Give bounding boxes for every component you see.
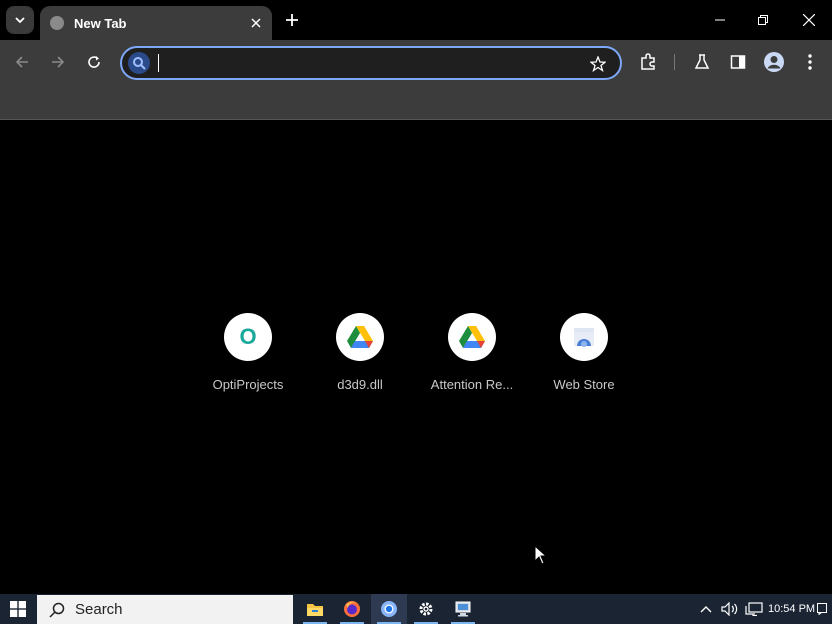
web-store-icon xyxy=(560,313,608,361)
forward-button[interactable] xyxy=(46,50,70,74)
globe-icon xyxy=(50,16,64,30)
taskbar-file-explorer[interactable] xyxy=(297,594,333,624)
mouse-pointer-icon xyxy=(534,544,548,570)
close-tab-button[interactable] xyxy=(246,13,266,33)
toolbar-separator xyxy=(674,54,675,70)
restore-icon xyxy=(758,15,768,25)
restore-button[interactable] xyxy=(740,0,786,40)
arrow-right-icon xyxy=(52,56,65,68)
back-button[interactable] xyxy=(10,50,34,74)
volume-button[interactable] xyxy=(720,594,740,624)
tab-new-tab[interactable]: New Tab xyxy=(40,6,272,40)
profile-button[interactable] xyxy=(762,50,786,74)
google-drive-icon xyxy=(448,313,496,361)
close-window-button[interactable] xyxy=(786,0,832,40)
taskbar-firefox[interactable] xyxy=(334,594,370,624)
minimize-button[interactable] xyxy=(697,0,743,40)
taskbar-search-box[interactable]: Search xyxy=(37,595,293,624)
optiprojects-icon: O xyxy=(224,313,272,361)
taskbar-remote-desktop[interactable] xyxy=(445,594,481,624)
tab-search-button[interactable] xyxy=(6,6,34,34)
side-panel-icon xyxy=(730,55,746,69)
notification-icon xyxy=(817,603,827,615)
avatar-icon xyxy=(764,52,784,72)
chevron-down-icon xyxy=(15,17,25,24)
toolbar xyxy=(0,40,832,84)
show-hidden-icons-button[interactable] xyxy=(697,594,715,624)
file-explorer-icon xyxy=(307,604,323,616)
text-caret xyxy=(158,54,159,72)
settings-icon xyxy=(419,602,433,616)
shortcut-label: Web Store xyxy=(553,377,615,392)
new-tab-button[interactable] xyxy=(280,8,304,32)
minimize-icon xyxy=(715,19,725,21)
shortcut-tile-d3d9[interactable]: d3d9.dll xyxy=(304,313,416,393)
taskbar-settings[interactable] xyxy=(408,594,444,624)
shortcut-tile-web-store[interactable]: Web Store xyxy=(528,313,640,393)
search-icon xyxy=(49,602,65,618)
puzzle-icon xyxy=(641,53,655,70)
shortcut-tile-optiprojects[interactable]: O OptiProjects xyxy=(192,313,304,393)
windows-logo-icon xyxy=(10,601,26,617)
new-tab-page: O OptiProjects d3d9.dll Attention Re... … xyxy=(0,121,832,594)
reload-icon xyxy=(88,56,100,68)
taskbar-chrome[interactable] xyxy=(371,594,407,624)
more-vertical-icon xyxy=(808,54,812,70)
volume-icon xyxy=(721,602,738,616)
google-drive-icon xyxy=(336,313,384,361)
search-label: Search xyxy=(75,601,123,618)
tab-strip: New Tab xyxy=(0,0,832,40)
network-icon xyxy=(745,602,763,616)
network-button[interactable] xyxy=(744,594,764,624)
close-icon xyxy=(803,14,815,26)
remote-desktop-icon xyxy=(455,601,471,617)
firefox-icon xyxy=(344,601,360,617)
start-button[interactable] xyxy=(0,594,36,624)
taskbar-clock[interactable]: 10:54 PM xyxy=(768,594,815,624)
flask-icon xyxy=(694,54,710,69)
shortcut-label: OptiProjects xyxy=(212,377,284,392)
screen: New Tab O OptiProjects d3d9.dll Attentio… xyxy=(0,0,832,624)
star-icon xyxy=(590,56,606,72)
chrome-icon xyxy=(381,601,397,617)
reload-button[interactable] xyxy=(82,50,106,74)
bookmark-star-button[interactable] xyxy=(588,54,608,74)
shortcut-label: d3d9.dll xyxy=(337,377,383,392)
close-icon xyxy=(251,18,261,28)
shortcut-tile-attention[interactable]: Attention Re... xyxy=(416,313,528,393)
labs-button[interactable] xyxy=(690,50,714,74)
search-icon xyxy=(128,52,150,74)
menu-button[interactable] xyxy=(798,50,822,74)
address-bar[interactable] xyxy=(120,46,622,80)
taskbar: Search 10:54 PM xyxy=(0,594,832,624)
notifications-button[interactable] xyxy=(812,594,832,624)
side-panel-button[interactable] xyxy=(726,50,750,74)
arrow-left-icon xyxy=(15,56,28,68)
extensions-button[interactable] xyxy=(636,50,660,74)
bookmarks-bar xyxy=(0,84,832,120)
plus-icon xyxy=(286,14,298,26)
tab-title: New Tab xyxy=(74,15,127,31)
chevron-up-icon xyxy=(700,606,712,613)
shortcut-label: Attention Re... xyxy=(430,377,514,392)
